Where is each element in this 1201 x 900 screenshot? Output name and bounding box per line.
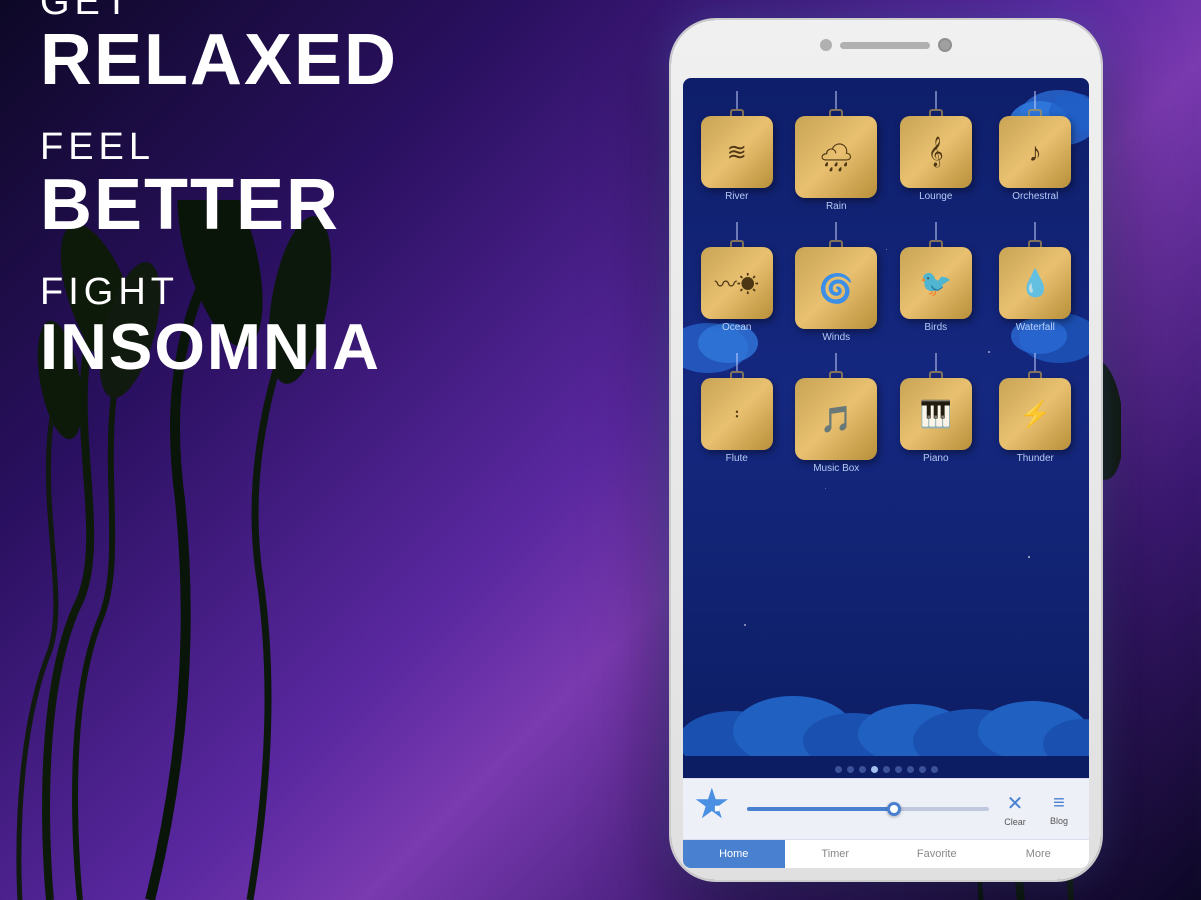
music-box-label: Music Box bbox=[813, 463, 859, 474]
progress-fill bbox=[747, 807, 892, 811]
relaxed-label: RELAXED bbox=[40, 24, 398, 96]
dot-4-active[interactable] bbox=[871, 766, 878, 773]
camera-dot-left bbox=[820, 39, 832, 51]
winds-label: Winds bbox=[822, 332, 850, 343]
phone-wrapper: ≋ River 🌧 Rain bbox=[671, 20, 1101, 880]
clear-label: Clear bbox=[1004, 817, 1026, 827]
tab-more[interactable]: More bbox=[988, 840, 1090, 868]
camera-dot-right bbox=[938, 38, 952, 52]
dot-6[interactable] bbox=[895, 766, 902, 773]
phone-screen: ≋ River 🌧 Rain bbox=[683, 78, 1089, 868]
speaker-bar bbox=[840, 42, 930, 49]
left-content: GET RELAXED FEEL BETTER FIGHT INSOMNIA bbox=[40, 0, 398, 379]
phone-frame: ≋ River 🌧 Rain bbox=[671, 20, 1101, 880]
thunder-label: Thunder bbox=[1017, 453, 1054, 464]
app-content: ≋ River 🌧 Rain bbox=[683, 78, 1089, 761]
blog-button[interactable]: ≡ Blog bbox=[1041, 792, 1077, 826]
sound-grid: ≋ River 🌧 Rain bbox=[683, 83, 1089, 482]
birds-label: Birds bbox=[924, 322, 947, 333]
dot-8[interactable] bbox=[919, 766, 926, 773]
tab-home[interactable]: Home bbox=[683, 840, 785, 868]
sound-item-music-box[interactable]: 🎵 Music Box bbox=[789, 353, 885, 474]
river-label: River bbox=[725, 191, 748, 202]
feel-label: FEEL bbox=[40, 126, 398, 169]
page-indicators bbox=[683, 761, 1089, 778]
sound-item-rain[interactable]: 🌧 Rain bbox=[789, 91, 885, 212]
bottom-bar: ★ ⏸ ✕ Clear ≡ Blog bbox=[683, 778, 1089, 839]
sound-item-lounge[interactable]: 𝄞 Lounge bbox=[888, 91, 984, 212]
clear-icon: ✕ bbox=[1007, 791, 1024, 816]
clear-button[interactable]: ✕ Clear bbox=[997, 791, 1033, 827]
sound-item-waterfall[interactable]: 💧 Waterfall bbox=[988, 222, 1084, 343]
sound-item-flute[interactable]: 𝄈 Flute bbox=[689, 353, 785, 474]
sound-item-ocean[interactable]: 〰☀ Ocean bbox=[689, 222, 785, 343]
lounge-label: Lounge bbox=[919, 191, 952, 202]
ocean-label: Ocean bbox=[722, 322, 751, 333]
dot-2[interactable] bbox=[847, 766, 854, 773]
star-play-button[interactable]: ★ ⏸ bbox=[695, 787, 739, 831]
phone-top-bar bbox=[820, 38, 952, 52]
flute-label: Flute bbox=[726, 453, 748, 464]
dot-3[interactable] bbox=[859, 766, 866, 773]
orchestral-label: Orchestral bbox=[1012, 191, 1058, 202]
waterfall-label: Waterfall bbox=[1016, 322, 1055, 333]
sound-item-orchestral[interactable]: ♪ Orchestral bbox=[988, 91, 1084, 212]
rain-label: Rain bbox=[826, 201, 847, 212]
dot-7[interactable] bbox=[907, 766, 914, 773]
tab-timer[interactable]: Timer bbox=[785, 840, 887, 868]
cloud-bottom bbox=[683, 686, 1089, 761]
dot-9[interactable] bbox=[931, 766, 938, 773]
fight-label: FIGHT bbox=[40, 271, 398, 314]
better-label: BETTER bbox=[40, 169, 398, 241]
sound-item-thunder[interactable]: ⚡ Thunder bbox=[988, 353, 1084, 474]
blog-label: Blog bbox=[1050, 816, 1068, 826]
sound-item-birds[interactable]: 🐦 Birds bbox=[888, 222, 984, 343]
progress-bar[interactable] bbox=[747, 807, 989, 811]
blog-icon: ≡ bbox=[1053, 792, 1065, 815]
sound-item-piano[interactable]: 🎹 Piano bbox=[888, 353, 984, 474]
piano-label: Piano bbox=[923, 453, 949, 464]
dot-5[interactable] bbox=[883, 766, 890, 773]
sound-item-winds[interactable]: 🌀 Winds bbox=[789, 222, 885, 343]
insomnia-label: INSOMNIA bbox=[40, 314, 398, 379]
nav-tabs: Home Timer Favorite More bbox=[683, 839, 1089, 868]
progress-thumb[interactable] bbox=[887, 802, 901, 816]
dot-1[interactable] bbox=[835, 766, 842, 773]
tab-favorite[interactable]: Favorite bbox=[886, 840, 988, 868]
sound-item-river[interactable]: ≋ River bbox=[689, 91, 785, 212]
